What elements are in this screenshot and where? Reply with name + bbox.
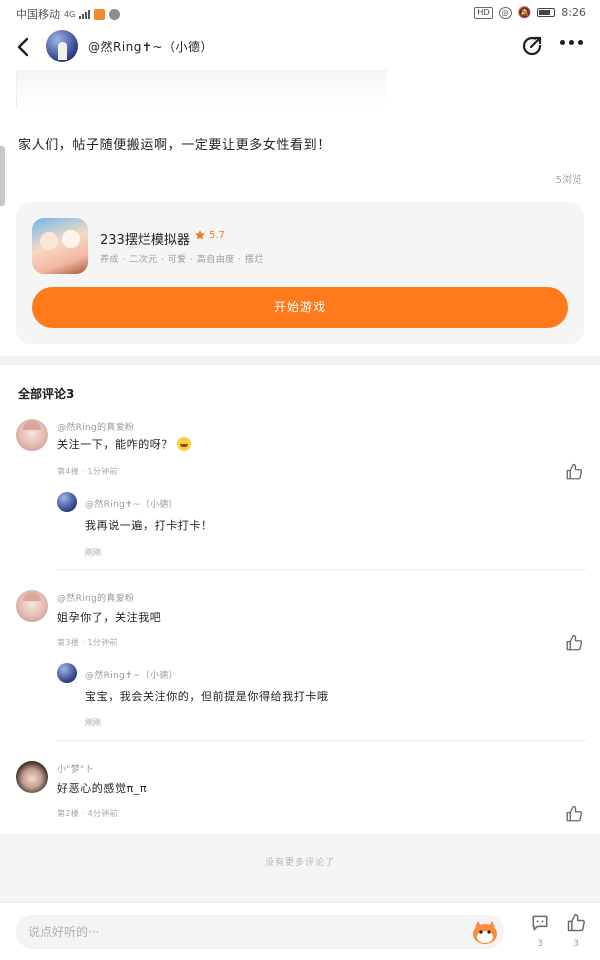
view-count: 5浏览 [555, 175, 582, 186]
commenter-avatar[interactable] [16, 761, 48, 793]
game-tags: 养成 · 二次元 · 可爱 · 高自由度 · 摆烂 [100, 255, 264, 265]
star-icon [195, 230, 205, 240]
mascot-emoji-icon[interactable] [471, 919, 499, 945]
reply-text: 我再说一遍，打卡打卡！ [85, 519, 213, 532]
reply-author-name[interactable]: @然Ring✝~（小德） [85, 497, 178, 510]
no-more-comments: 没有更多评论了 [0, 834, 600, 902]
comment-meta: 第4楼 · 1分钟前 [57, 467, 118, 476]
game-rating: 5.7 [194, 229, 225, 241]
reply-time: 刚刚 [85, 548, 101, 557]
wechat-icon [109, 8, 121, 20]
comment-separator [56, 569, 586, 570]
comment-text: 姐孕你了，关注我吧 [57, 611, 162, 624]
game-icon[interactable] [32, 218, 88, 274]
comment-count: 3 [537, 939, 543, 949]
back-icon[interactable] [14, 36, 34, 58]
post-header: @然Ring✝~（小德） [0, 26, 600, 70]
start-game-button[interactable]: 开始游戏 [32, 287, 568, 328]
thumbs-up-icon[interactable] [565, 463, 583, 481]
reply-time: 刚刚 [85, 718, 101, 727]
game-name: 233摆烂模拟器 [100, 233, 190, 248]
comment-input[interactable] [16, 915, 504, 949]
comment-meta: 第3楼 · 1分钟前 [57, 638, 118, 647]
like-action[interactable]: 3 [564, 913, 588, 949]
comments-title: 全部评论3 [18, 387, 75, 401]
thumbs-up-icon[interactable] [565, 634, 583, 652]
commenter-name[interactable]: @然Ring的真爱粉 [57, 591, 134, 604]
embedded-content-edge [16, 70, 386, 108]
reply-avatar[interactable] [57, 492, 77, 512]
network-label: 4G [64, 9, 76, 19]
section-divider [0, 356, 600, 365]
author-avatar[interactable] [46, 30, 78, 62]
thumbs-up-icon[interactable] [566, 913, 586, 933]
comment-text: 好恶心的感觉π_π [57, 782, 148, 795]
app-notification-icon [94, 8, 106, 20]
game-rating-value: 5.7 [209, 229, 225, 241]
bottom-bar: 3 3 [0, 902, 600, 960]
battery-icon [537, 8, 556, 17]
comment-text-body: 关注一下，能咋的呀？ [57, 438, 173, 451]
commenter-avatar[interactable] [16, 590, 48, 622]
status-bar: 中国移动 4G HD ◎ 🔕 8:26 [0, 0, 600, 26]
reply-avatar[interactable] [57, 663, 77, 683]
commenter-name[interactable]: @然Ring的真爱粉 [57, 420, 134, 433]
signal-icon [79, 9, 91, 19]
reply-author-name[interactable]: @然Ring✝~（小德） [85, 668, 178, 681]
commenter-name[interactable]: 小"梦"卜 [57, 762, 94, 775]
post-text: 家人们，帖子随便搬运啊，一定要让更多女性看到！ [18, 138, 331, 153]
hd-badge: HD [474, 6, 493, 19]
laughing-emoji-icon [177, 437, 191, 451]
like-count: 3 [573, 939, 579, 949]
clock: 8:26 [561, 6, 586, 19]
commenter-avatar[interactable] [16, 419, 48, 451]
comment-text: 关注一下，能咋的呀？ [57, 436, 191, 452]
thumbs-up-icon[interactable] [565, 805, 583, 823]
wifi-calling-icon: ◎ [498, 6, 512, 19]
reply-text: 宝宝，我会关注你的，但前提是你得给我打卡哦 [85, 690, 329, 703]
carrier-label: 中国移动 [16, 8, 60, 21]
side-drawer-handle[interactable] [0, 146, 5, 206]
comment-separator [56, 740, 586, 741]
game-card[interactable]: 233摆烂模拟器 5.7 养成 · 二次元 · 可爱 · 高自由度 · 摆烂 开… [16, 202, 584, 344]
comment-icon[interactable] [530, 913, 550, 933]
comment-meta: 第2楼 · 4分钟前 [57, 809, 118, 818]
author-name[interactable]: @然Ring✝~（小德） [88, 38, 213, 55]
mute-icon: 🔕 [517, 6, 532, 19]
share-icon[interactable] [520, 34, 544, 58]
comment-action[interactable]: 3 [528, 913, 552, 949]
more-icon[interactable] [560, 40, 584, 50]
